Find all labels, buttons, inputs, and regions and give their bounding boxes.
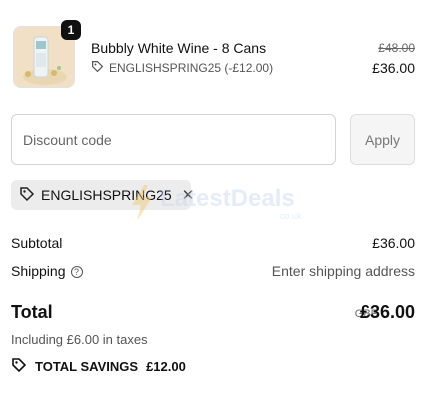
tag-icon bbox=[19, 186, 35, 205]
taxes-note: Including £6.00 in taxes bbox=[11, 332, 148, 347]
product-title: Bubbly White Wine - 8 Cans bbox=[91, 40, 267, 56]
watermark-text: LatestDeals bbox=[160, 185, 295, 212]
subtotal-row: Subtotal £36.00 bbox=[11, 235, 415, 251]
shipping-value: Enter shipping address bbox=[271, 263, 415, 279]
cart-line-item: 1 Bubbly White Wine - 8 Cans ENGLISHSPRI… bbox=[11, 20, 415, 90]
discount-code-input[interactable] bbox=[11, 114, 336, 165]
tag-icon bbox=[91, 60, 104, 76]
item-discount: ENGLISHSPRING25 (-£12.00) bbox=[91, 60, 273, 76]
total-label: Total bbox=[11, 302, 53, 322]
help-icon[interactable]: ? bbox=[70, 266, 83, 278]
apply-button[interactable]: Apply bbox=[350, 114, 415, 165]
savings-label: TOTAL SAVINGS bbox=[35, 359, 139, 374]
savings-value: £12.00 bbox=[146, 359, 186, 374]
shipping-row: Shipping? Enter shipping address bbox=[11, 263, 415, 279]
savings-tag-icon bbox=[11, 357, 27, 376]
original-price: £48.00 bbox=[378, 41, 415, 55]
subtotal-value: £36.00 bbox=[372, 235, 415, 251]
total-savings: TOTAL SAVINGS £12.00 bbox=[11, 357, 186, 376]
subtotal-label: Subtotal bbox=[11, 235, 63, 251]
watermark-logo: LatestDeals co.uk bbox=[128, 183, 328, 223]
shipping-label: Shipping bbox=[11, 263, 66, 279]
total-value: £36.00 bbox=[359, 302, 415, 322]
item-price: £36.00 bbox=[372, 60, 415, 76]
watermark-sub: co.uk bbox=[280, 211, 302, 221]
quantity-badge: 1 bbox=[61, 20, 81, 40]
item-discount-label: ENGLISHSPRING25 (-£12.00) bbox=[109, 61, 274, 75]
